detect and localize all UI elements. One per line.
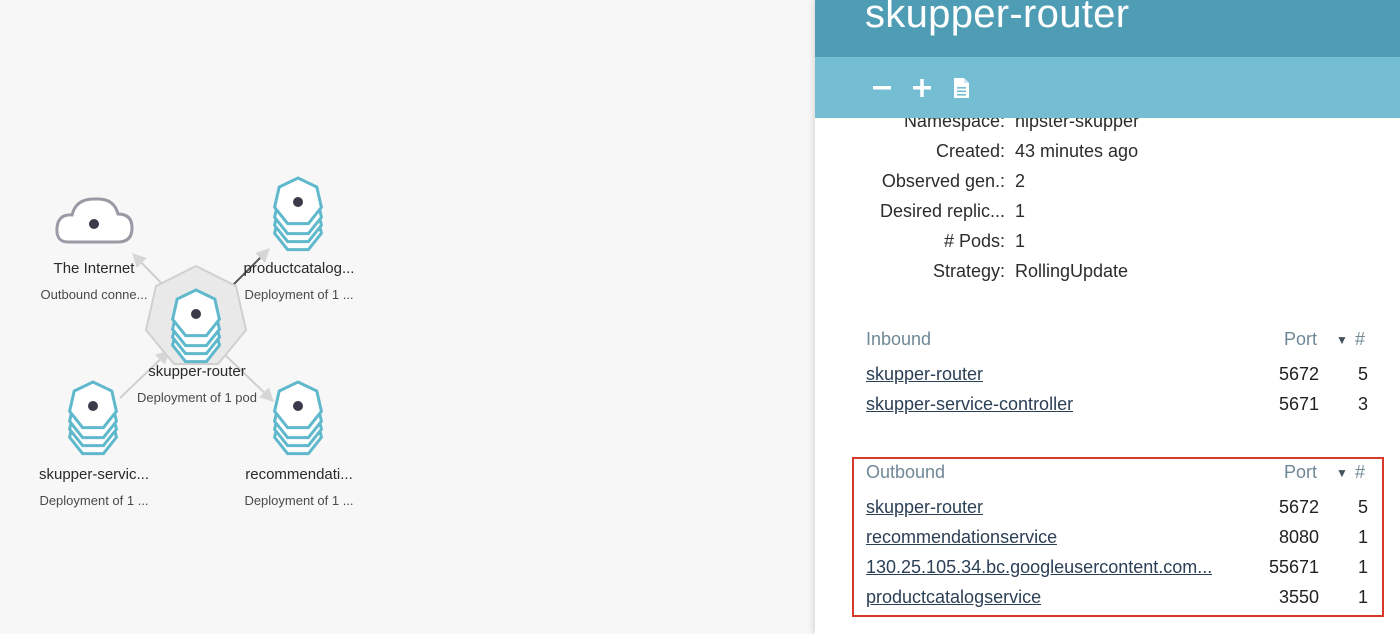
prop-key: # Pods: <box>943 231 1005 251</box>
prop-created: Created: 43 minutes ago <box>815 141 1400 171</box>
node-label-service[interactable]: skupper-servic... <box>39 466 149 483</box>
outbound-count-header[interactable]: # <box>1355 462 1365 483</box>
outbound-port: 5672 <box>1278 497 1319 517</box>
outbound-row: 130.25.105.34.bc.googleusercontent.com..… <box>815 557 1400 587</box>
node-label-recommendation[interactable]: recommendati... <box>245 466 353 483</box>
panel-toolbar <box>815 57 1400 118</box>
prop-value: 1 <box>1015 201 1026 221</box>
inbound-row: skupper-service-controller 5671 3 <box>815 394 1400 424</box>
node-recommendation-icon[interactable] <box>273 380 323 456</box>
outbound-header: Outbound Port ▼ # <box>815 462 1400 490</box>
prop-key: Strategy: <box>932 261 1005 281</box>
node-label-router[interactable]: skupper-router <box>148 363 246 380</box>
topology-graph <box>55 176 323 456</box>
inbound-port: 5671 <box>1278 394 1319 414</box>
panel-header: skupper-router <box>815 0 1400 57</box>
plus-icon[interactable] <box>910 76 934 100</box>
node-productcatalog-icon[interactable] <box>273 176 323 252</box>
outbound-port: 55671 <box>1268 557 1319 577</box>
node-sub-service: Deployment of 1 ... <box>39 493 149 508</box>
prop-value: 2 <box>1015 171 1026 191</box>
prop-value: 1 <box>1015 231 1026 251</box>
prop-value: RollingUpdate <box>1015 261 1129 281</box>
node-label-productcatalog[interactable]: productcatalog... <box>244 260 355 277</box>
prop-observed-gen: Observed gen.: 2 <box>815 171 1400 201</box>
inbound-port-header[interactable]: Port <box>1284 329 1317 350</box>
details-panel: skupper-router Namespace: hipster-skuppe… <box>815 0 1400 634</box>
prop-desired-replicas: Desired replic... 1 <box>815 201 1400 231</box>
outbound-count: 1 <box>1357 557 1368 577</box>
prop-value: hipster-skupper <box>1015 118 1140 131</box>
outbound-count: 5 <box>1357 497 1368 517</box>
outbound-link[interactable]: recommendationservice <box>866 527 1057 548</box>
node-internet-cloud-icon[interactable] <box>55 197 134 244</box>
minus-icon[interactable] <box>870 76 894 100</box>
inbound-link[interactable]: skupper-router <box>866 364 983 385</box>
prop-key: Namespace: <box>903 118 1005 131</box>
outbound-link[interactable]: 130.25.105.34.bc.googleusercontent.com..… <box>866 557 1212 578</box>
prop-namespace: Namespace: hipster-skupper <box>815 118 1400 141</box>
node-service-icon[interactable] <box>68 380 118 456</box>
node-router-icon[interactable] <box>144 264 248 365</box>
outbound-count: 1 <box>1357 587 1368 607</box>
inbound-port: 5672 <box>1278 364 1319 384</box>
outbound-port-header[interactable]: Port <box>1284 462 1317 483</box>
outbound-port: 3550 <box>1278 587 1319 607</box>
inbound-count-header[interactable]: # <box>1355 329 1365 350</box>
outbound-title: Outbound <box>866 462 946 482</box>
prop-strategy: Strategy: RollingUpdate <box>815 261 1400 291</box>
prop-key: Created: <box>935 141 1005 161</box>
inbound-row: skupper-router 5672 5 <box>815 364 1400 394</box>
outbound-link[interactable]: skupper-router <box>866 497 983 518</box>
document-icon[interactable] <box>949 76 973 100</box>
prop-key: Observed gen.: <box>881 171 1005 191</box>
prop-value: 43 minutes ago <box>1015 141 1139 161</box>
node-sub-productcatalog: Deployment of 1 ... <box>244 287 354 302</box>
outbound-link[interactable]: productcatalogservice <box>866 587 1041 608</box>
prop-pods: # Pods: 1 <box>815 231 1400 261</box>
node-label-internet[interactable]: The Internet <box>54 260 135 277</box>
prop-key: Desired replic... <box>879 201 1005 221</box>
app-root: The Internet Outbound conne... productca… <box>0 0 1400 634</box>
inbound-link[interactable]: skupper-service-controller <box>866 394 1073 415</box>
node-sub-recommendation: Deployment of 1 ... <box>244 493 354 508</box>
sort-desc-icon[interactable]: ▼ <box>1336 333 1348 347</box>
outbound-row: skupper-router 5672 5 <box>815 497 1400 527</box>
outbound-row: productcatalogservice 3550 1 <box>815 587 1400 617</box>
outbound-row: recommendationservice 8080 1 <box>815 527 1400 557</box>
node-sub-router: Deployment of 1 pod <box>137 390 257 405</box>
inbound-title: Inbound <box>866 329 932 349</box>
topology-canvas[interactable]: The Internet Outbound conne... productca… <box>0 0 815 634</box>
outbound-count: 1 <box>1357 527 1368 547</box>
panel-body[interactable]: Namespace: hipster-skupper Created: 43 m… <box>815 118 1400 634</box>
node-sub-internet: Outbound conne... <box>40 287 148 302</box>
sort-desc-icon[interactable]: ▼ <box>1336 466 1348 480</box>
inbound-header: Inbound Port ▼ # <box>815 329 1400 357</box>
panel-title: skupper-router <box>865 0 1130 36</box>
inbound-count: 5 <box>1357 364 1368 384</box>
inbound-count: 3 <box>1357 394 1368 414</box>
outbound-port: 8080 <box>1278 527 1319 547</box>
